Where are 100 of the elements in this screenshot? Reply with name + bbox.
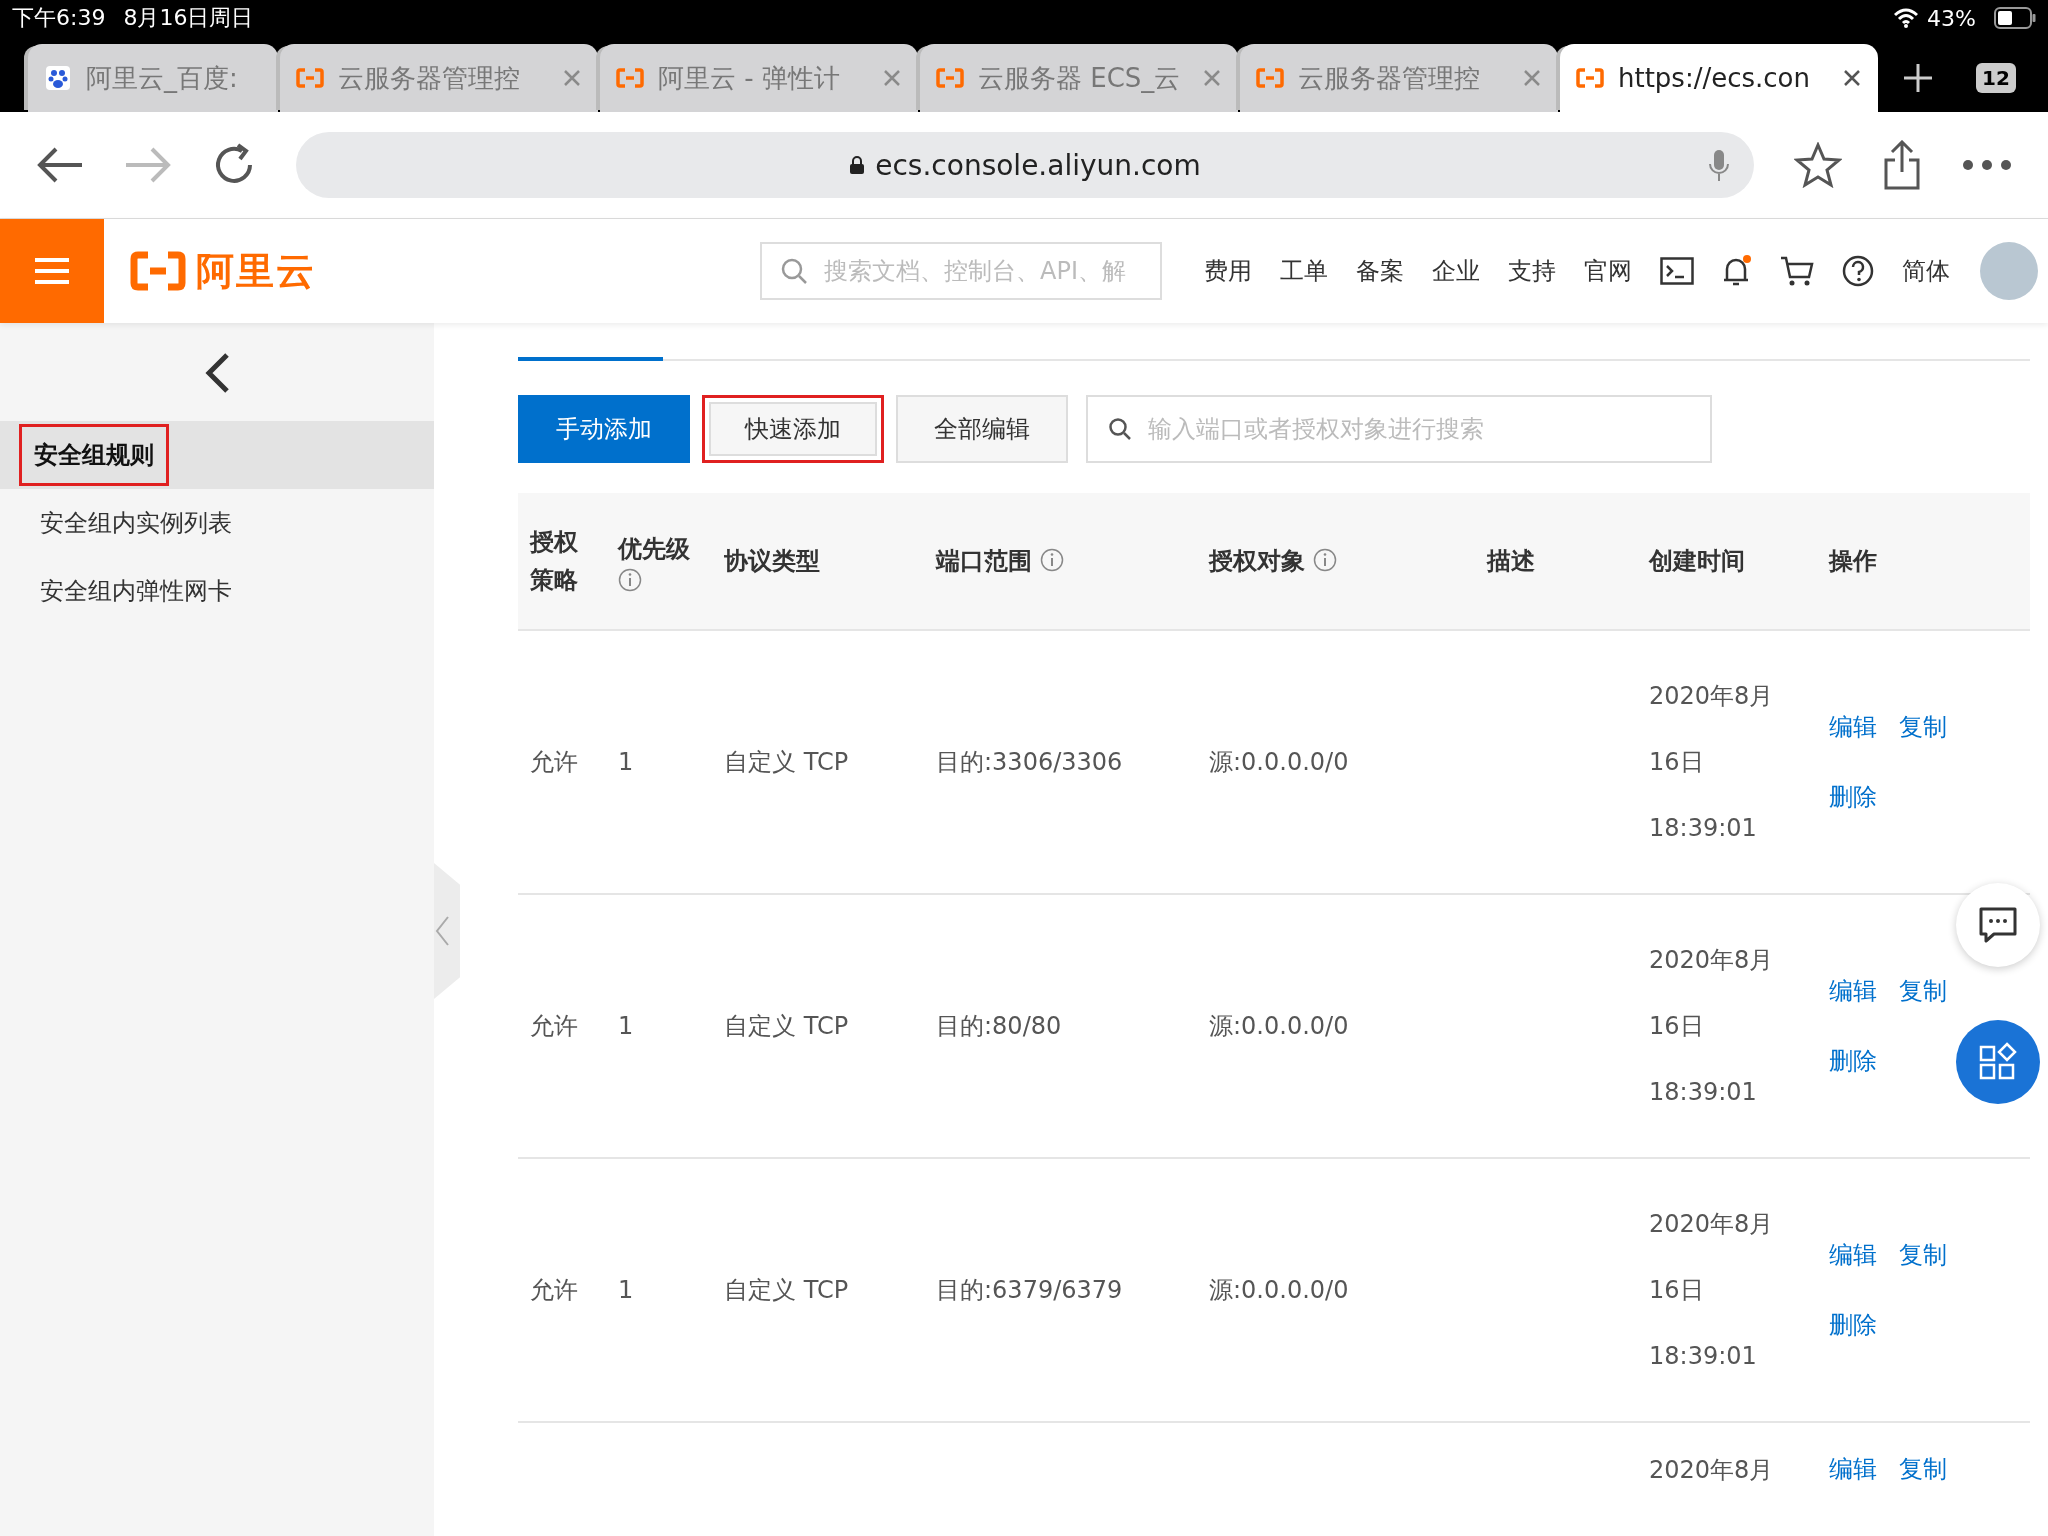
column-header: 授权对象: [1209, 547, 1305, 575]
created-time-text: 16日: [1649, 747, 1705, 778]
table-cell: 目的:80/80: [936, 1012, 1062, 1040]
action-link[interactable]: 复制: [1899, 975, 1947, 1007]
search-icon: [1108, 417, 1132, 441]
date-text: 8月16日周日: [123, 4, 254, 32]
table-cell: 源:0.0.0.0/0: [1209, 748, 1349, 776]
action-link[interactable]: 编辑: [1829, 975, 1877, 1007]
table-cell: 自定义 TCP: [724, 748, 849, 776]
nav-link[interactable]: 工单: [1280, 255, 1328, 287]
column-header: 优先级: [618, 534, 690, 565]
cloud-logo-icon: [296, 68, 324, 88]
star-icon[interactable]: [1794, 142, 1842, 188]
toolbar-button[interactable]: 快速添加: [702, 395, 884, 463]
paw-icon: [44, 64, 72, 92]
share-icon[interactable]: [1882, 140, 1922, 190]
info-icon[interactable]: [1313, 548, 1337, 572]
created-time-text: 2020年8月: [1649, 1209, 1775, 1240]
table-cell: 允许: [530, 1276, 578, 1304]
column-header: 端口范围: [936, 547, 1032, 575]
cloud-logo-icon: [130, 251, 186, 291]
column-header: 创建时间: [1649, 547, 1745, 575]
table-cell: 1: [618, 1012, 634, 1040]
chat-button[interactable]: [1956, 883, 2040, 967]
search-icon: [780, 257, 808, 285]
table-cell: 自定义 TCP: [724, 1012, 849, 1040]
back-icon[interactable]: [36, 145, 84, 185]
sidebar-item[interactable]: 安全组内实例列表: [0, 489, 434, 557]
table-cell: 目的:6379/6379: [936, 1276, 1123, 1304]
terminal-icon[interactable]: [1660, 257, 1694, 285]
chat-icon[interactable]: [1978, 906, 2018, 944]
cart-icon[interactable]: [1780, 255, 1814, 287]
created-time-text: 18:39:01: [1649, 1341, 1758, 1372]
close-icon[interactable]: [1842, 68, 1862, 88]
battery-percent: 43%: [1927, 5, 1976, 31]
cloud-logo-icon: [1576, 68, 1604, 88]
table-cell: 允许: [530, 1012, 578, 1040]
microphone-icon[interactable]: [1708, 149, 1730, 183]
cloud-logo-icon: [936, 68, 964, 88]
sidebar-item-label: 安全组内实例列表: [39, 508, 233, 539]
action-link[interactable]: 编辑: [1829, 1453, 1877, 1485]
table-cell: 源:0.0.0.0/0: [1209, 1012, 1349, 1040]
nav-link[interactable]: 企业: [1432, 255, 1480, 287]
action-link[interactable]: 删除: [1829, 781, 1877, 813]
toolbar-button[interactable]: 手动添加: [518, 395, 690, 463]
nav-link[interactable]: 官网: [1584, 255, 1632, 287]
column-header: 授权策略: [530, 527, 578, 596]
more-icon[interactable]: [1962, 159, 2012, 171]
lock-icon: [849, 155, 866, 175]
wifi-icon: [1893, 8, 1920, 28]
action-link[interactable]: 复制: [1899, 711, 1947, 743]
nav-link[interactable]: 费用: [1204, 255, 1252, 287]
table-cell: 目的:3306/3306: [936, 748, 1123, 776]
sidebar-item-label: 安全组规则: [22, 427, 166, 483]
created-time-text: 16日: [1649, 1275, 1705, 1306]
search-field[interactable]: 输入端口或者授权对象进行搜索: [1086, 395, 1712, 463]
cloud-logo-icon: [616, 68, 644, 88]
info-icon[interactable]: [618, 568, 642, 592]
table-cell: 源:0.0.0.0/0: [1209, 1276, 1349, 1304]
clock-time: 下午6:39: [12, 4, 106, 32]
info-icon[interactable]: [1040, 548, 1064, 572]
created-time-text: 18:39:01: [1649, 1077, 1758, 1108]
column-header: 操作: [1829, 547, 1877, 575]
action-link[interactable]: 编辑: [1829, 711, 1877, 743]
sidebar-item[interactable]: 安全组内弹性网卡: [0, 557, 434, 625]
search-field[interactable]: 搜索文档、控制台、API、解: [760, 242, 1162, 300]
plus-icon[interactable]: [1902, 62, 1934, 94]
created-time-text: 2020年8月: [1649, 945, 1775, 976]
column-header: 协议类型: [724, 547, 820, 575]
language-link[interactable]: 简体: [1902, 255, 1950, 287]
table-cell: 允许: [530, 748, 578, 776]
cloud-logo-icon: [1256, 68, 1284, 88]
table-cell: 1: [618, 748, 634, 776]
help-icon[interactable]: [1842, 255, 1874, 287]
created-time-text: 18:39:01: [1649, 813, 1758, 844]
logo-text[interactable]: 阿里云: [196, 245, 316, 297]
nav-link[interactable]: 支持: [1508, 255, 1556, 287]
action-link[interactable]: 复制: [1899, 1453, 1947, 1485]
grid-icon[interactable]: [1978, 1042, 2018, 1082]
battery-icon: [1994, 7, 2036, 29]
created-time-text: 2020年8月: [1649, 1455, 1775, 1486]
sidebar-item-label: 安全组内弹性网卡: [39, 576, 233, 607]
bell-icon[interactable]: [1722, 254, 1752, 288]
address-bar[interactable]: ecs.console.aliyun.com: [296, 132, 1754, 198]
action-link[interactable]: 复制: [1899, 1239, 1947, 1271]
action-link[interactable]: 删除: [1829, 1309, 1877, 1341]
back-chevron-icon[interactable]: [203, 352, 231, 394]
table-cell: 自定义 TCP: [724, 1276, 849, 1304]
action-link[interactable]: 编辑: [1829, 1239, 1877, 1271]
table-cell: 1: [618, 1276, 634, 1304]
toolbar-button[interactable]: 全部编辑: [896, 395, 1068, 463]
tab-count[interactable]: 12: [1976, 63, 2016, 93]
menu-button[interactable]: [0, 219, 104, 323]
menu-icon[interactable]: [35, 257, 69, 285]
created-time-text: 2020年8月: [1649, 681, 1775, 712]
nav-link[interactable]: 备案: [1356, 255, 1404, 287]
column-header: 描述: [1487, 547, 1535, 575]
created-time-text: 16日: [1649, 1011, 1705, 1042]
sidebar-item[interactable]: 安全组规则: [0, 421, 434, 489]
action-link[interactable]: 删除: [1829, 1045, 1877, 1077]
